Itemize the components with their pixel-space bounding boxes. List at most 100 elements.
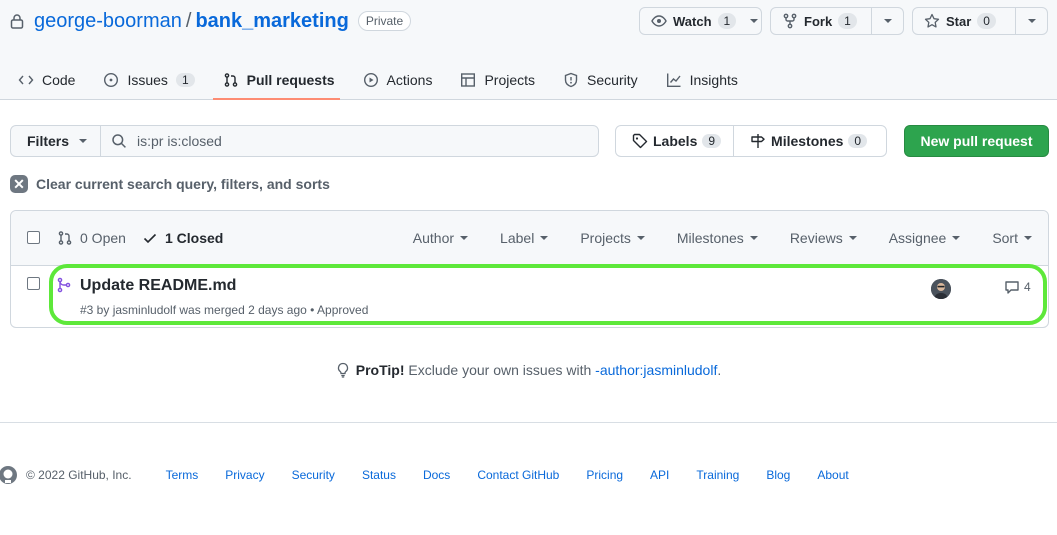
chevron-down-icon — [749, 236, 758, 240]
chevron-down-icon — [636, 236, 645, 240]
footer-link-api[interactable]: API — [650, 468, 669, 482]
tag-icon — [632, 133, 648, 149]
protip-text: Exclude your own issues with — [408, 362, 592, 378]
clear-filters-link[interactable]: ✕ Clear current search query, filters, a… — [10, 174, 330, 194]
check-icon — [143, 233, 157, 244]
selected-tab-underline — [213, 98, 340, 100]
clear-filters-label: Clear current search query, filters, and… — [36, 176, 330, 192]
graph-icon — [666, 73, 681, 87]
footer-link-contact[interactable]: Contact GitHub — [477, 468, 559, 482]
filter-label: Label — [500, 230, 535, 246]
search-box — [100, 125, 599, 157]
star-count: 0 — [977, 13, 996, 29]
tab-label: Code — [42, 72, 76, 88]
path-separator: / — [185, 9, 192, 32]
tab-label: Issues — [127, 72, 168, 88]
filter-label: Milestones — [676, 230, 744, 246]
footer-link-docs[interactable]: Docs — [423, 468, 450, 482]
repo-name-link[interactable]: bank_marketing — [195, 10, 348, 33]
labels-milestones-group: Labels 9 Milestones 0 — [615, 125, 887, 157]
code-icon — [18, 75, 34, 85]
protip-prefix: ProTip! — [355, 362, 405, 378]
star-icon — [924, 13, 940, 28]
label-filter[interactable]: Label — [484, 230, 564, 246]
footer-link-training[interactable]: Training — [696, 468, 739, 482]
chevron-down-icon — [1027, 19, 1036, 23]
milestone-icon — [751, 134, 765, 148]
protip-link[interactable]: -author:jasminludolf — [595, 362, 717, 378]
footer: © 2022 GitHub, Inc. Terms Privacy Securi… — [0, 465, 1057, 485]
chevron-down-icon — [883, 19, 892, 23]
fork-dropdown-button[interactable] — [871, 8, 903, 34]
watch-count: 1 — [717, 13, 737, 29]
eye-icon — [651, 15, 667, 27]
select-all-checkbox[interactable] — [27, 231, 40, 244]
fork-label: Fork — [804, 13, 833, 29]
new-pull-request-button[interactable]: New pull request — [904, 125, 1049, 157]
footer-link-status[interactable]: Status — [362, 468, 396, 482]
tab-label: Insights — [689, 72, 738, 88]
search-input[interactable] — [137, 133, 577, 149]
milestones-button[interactable]: Milestones 0 — [733, 126, 879, 156]
labels-label: Labels — [653, 133, 698, 149]
filter-label: Projects — [580, 230, 631, 246]
tab-actions[interactable]: Actions — [345, 60, 443, 100]
watch-dropdown-button[interactable] — [746, 8, 761, 34]
closed-count-label: 1 Closed — [165, 230, 224, 246]
list-header: 0 Open 1 Closed Author Label Projects Mi… — [11, 211, 1048, 266]
tab-label: Projects — [484, 72, 536, 88]
labels-count: 9 — [702, 134, 722, 148]
tab-pull-requests[interactable]: Pull requests — [205, 60, 345, 100]
github-logo-icon[interactable] — [0, 463, 18, 487]
issue-icon — [104, 72, 119, 88]
watch-button-group: Watch 1 — [639, 7, 762, 35]
footer-link-blog[interactable]: Blog — [766, 468, 790, 482]
chevron-down-icon — [1024, 236, 1032, 240]
open-filter-link[interactable]: 0 Open — [57, 230, 126, 246]
open-count-label: 0 Open — [80, 230, 126, 246]
labels-button[interactable]: Labels 9 — [616, 126, 733, 156]
tab-issues[interactable]: Issues 1 — [85, 60, 204, 100]
closed-filter-link[interactable]: 1 Closed — [142, 230, 223, 246]
tab-projects[interactable]: Projects — [442, 60, 545, 100]
projects-filter[interactable]: Projects — [564, 230, 661, 246]
star-button[interactable]: Star 0 — [913, 8, 1015, 34]
chevron-down-icon — [79, 139, 88, 143]
chevron-down-icon — [952, 236, 961, 240]
star-dropdown-button[interactable] — [1015, 8, 1047, 34]
tab-label: Security — [587, 72, 638, 88]
repo-owner-link[interactable]: george-boorman — [34, 10, 182, 33]
footer-link-terms[interactable]: Terms — [166, 468, 199, 482]
tab-insights[interactable]: Insights — [648, 60, 748, 100]
filters-label: Filters — [27, 133, 70, 149]
footer-link-security[interactable]: Security — [292, 468, 335, 482]
chevron-down-icon — [749, 19, 758, 23]
footer-divider — [0, 422, 1057, 423]
filter-label: Author — [412, 230, 455, 246]
tab-code[interactable]: Code — [0, 60, 85, 100]
assignee-filter[interactable]: Assignee — [873, 230, 977, 246]
shield-icon — [564, 72, 578, 88]
close-icon: ✕ — [10, 175, 28, 193]
filter-label: Assignee — [888, 230, 947, 246]
protip-suffix: . — [717, 362, 722, 378]
footer-link-about[interactable]: About — [817, 468, 848, 482]
visibility-badge: Private — [357, 11, 412, 31]
filter-label: Reviews — [789, 230, 843, 246]
tab-security[interactable]: Security — [545, 60, 648, 100]
star-label: Star — [946, 13, 972, 29]
repo-tabs: Code Issues 1 Pull requests Actions Proj… — [0, 60, 748, 100]
author-filter[interactable]: Author — [397, 230, 484, 246]
footer-link-pricing[interactable]: Pricing — [586, 468, 623, 482]
milestones-filter[interactable]: Milestones — [661, 230, 774, 246]
row-checkbox[interactable] — [27, 277, 40, 290]
repo-title: george-boorman / bank_marketing Private — [10, 8, 412, 34]
filters-dropdown[interactable]: Filters — [10, 125, 101, 157]
watch-button[interactable]: Watch 1 — [640, 8, 746, 34]
watch-label: Watch — [673, 13, 712, 29]
fork-button[interactable]: Fork 1 — [771, 8, 871, 34]
sort-filter[interactable]: Sort — [976, 230, 1048, 246]
reviews-filter[interactable]: Reviews — [774, 230, 873, 246]
footer-link-privacy[interactable]: Privacy — [225, 468, 264, 482]
light-bulb-icon — [337, 362, 348, 378]
